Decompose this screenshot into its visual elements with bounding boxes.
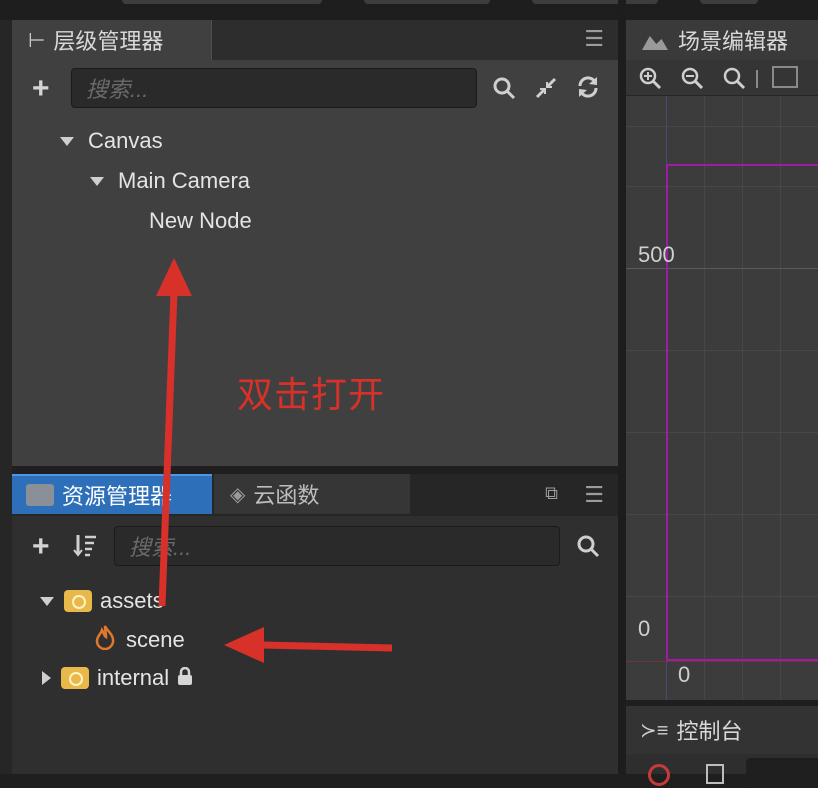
annotation-arrowhead-left [224, 627, 264, 663]
annotation-arrow-up [158, 291, 178, 607]
annotation-overlay [156, 258, 393, 663]
annotation-arrow-left [261, 641, 393, 652]
annotation-text: 双击打开 [237, 374, 386, 415]
annotation-arrowhead-up [156, 258, 192, 296]
